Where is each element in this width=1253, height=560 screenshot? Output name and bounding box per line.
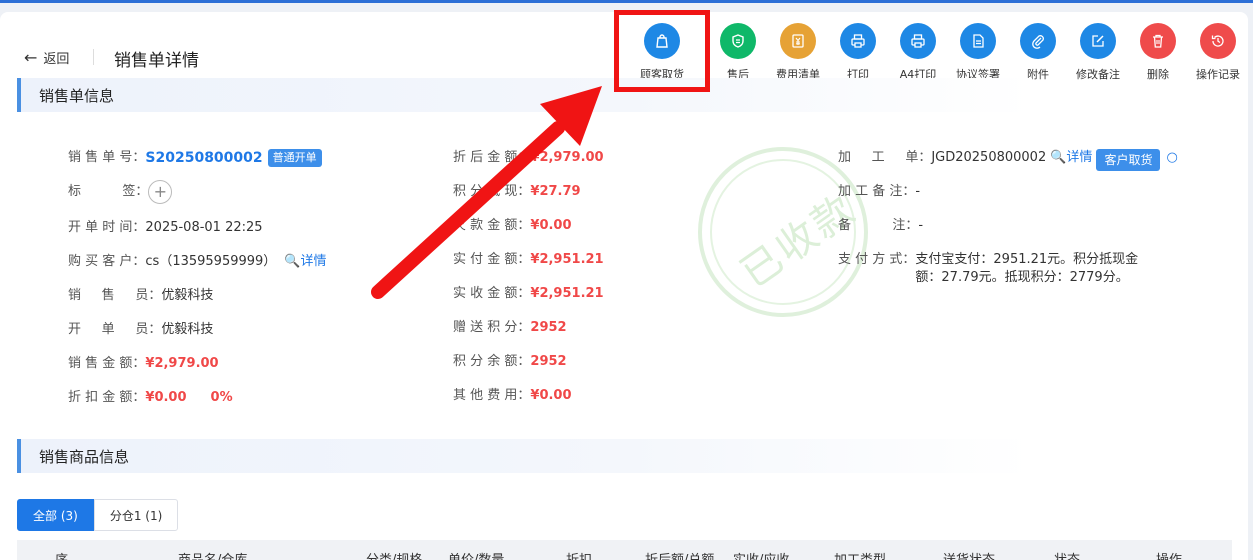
search-icon[interactable]: ○ bbox=[1166, 149, 1177, 171]
th-price: 单价/数量 bbox=[448, 549, 504, 560]
field-creator: 开 单 员： 优毅科技 bbox=[68, 322, 214, 337]
field-pay-method: 支 付 方 式： 支付宝支付：2951.21元。积分抵现金 额：27.79元。抵… bbox=[838, 252, 1139, 285]
edit-icon bbox=[1080, 23, 1116, 59]
printer-icon bbox=[840, 23, 876, 59]
field-points-cash: 积 分 抵 现： ¥27.79 bbox=[453, 184, 581, 199]
tool-label: 修改备注 bbox=[1076, 68, 1120, 81]
field-after-discount: 折 后 金 额： ¥2,979.00 bbox=[453, 150, 604, 165]
highlight-box bbox=[614, 10, 710, 92]
paperclip-icon bbox=[1020, 23, 1056, 59]
process-detail-link[interactable]: 🔍详情 bbox=[1050, 149, 1092, 171]
section-order-info: 销售单信息 bbox=[17, 78, 1032, 112]
tab-all[interactable]: 全部 (3) bbox=[17, 499, 94, 531]
th-status: 状态 bbox=[1054, 549, 1080, 560]
field-discount: 折 扣 金 额： ¥0.00 0% bbox=[68, 390, 233, 405]
back-label: 返回 bbox=[43, 52, 70, 67]
customer-detail-link[interactable]: 🔍详情 bbox=[284, 253, 326, 271]
th-received: 实收/应收 bbox=[733, 549, 789, 560]
field-points-balance: 积 分 余 额： 2952 bbox=[453, 354, 567, 369]
add-tag-button[interactable]: + bbox=[148, 180, 173, 204]
th-category: 分类/规格 bbox=[366, 549, 422, 560]
section-title: 销售单信息 bbox=[39, 87, 115, 105]
th-process-type: 加工类型 bbox=[834, 549, 886, 560]
field-note: 备 注： - bbox=[838, 218, 924, 233]
back-button[interactable]: ← 返回 bbox=[24, 48, 69, 67]
section-product-info: 销售商品信息 bbox=[17, 439, 1032, 473]
field-amount: 销 售 金 额： ¥2,979.00 bbox=[68, 356, 219, 371]
action-toolbar: 顾客取货 售后 费用清单 打印 A4打印 协议签署 附件 修改备注 删除 操作记… bbox=[616, 23, 1248, 82]
arrow-left-icon: ← bbox=[24, 48, 38, 67]
tab-warehouse-1[interactable]: 分仓1 (1) bbox=[93, 499, 179, 531]
th-total: 折后额/总额 bbox=[645, 549, 714, 560]
field-seller: 销 售 员： 优毅科技 bbox=[68, 288, 214, 303]
fee-list-button[interactable]: 费用清单 bbox=[768, 23, 828, 82]
customer-pickup-small-button[interactable]: 客户取货 bbox=[1096, 149, 1161, 171]
history-icon bbox=[1200, 23, 1236, 59]
shield-icon bbox=[720, 23, 756, 59]
th-product: 商品名/仓库 bbox=[178, 549, 247, 560]
document-icon bbox=[960, 23, 996, 59]
field-paid: 实 付 金 额： ¥2,951.21 bbox=[453, 252, 604, 267]
field-received: 实 收 金 额： ¥2,951.21 bbox=[453, 286, 604, 301]
product-table-header: 序 商品名/仓库 分类/规格 单价/数量 折扣 折后额/总额 实收/应收 加工类… bbox=[17, 540, 1232, 560]
field-customer: 购 买 客 户： cs（13595959999） 🔍详情 bbox=[68, 253, 327, 271]
yen-receipt-icon bbox=[780, 23, 816, 59]
section-title: 销售商品信息 bbox=[39, 448, 130, 466]
print-button[interactable]: 打印 bbox=[828, 23, 888, 82]
tool-label: 删除 bbox=[1147, 68, 1169, 81]
field-order-no: 销 售 单 号： S20250800002 普通开单 bbox=[68, 149, 322, 167]
order-no-value[interactable]: S20250800002 bbox=[145, 149, 262, 167]
edit-note-button[interactable]: 修改备注 bbox=[1068, 23, 1128, 82]
field-time: 开 单 时 间： 2025-08-01 22:25 bbox=[68, 220, 263, 235]
th-action: 操作 bbox=[1156, 549, 1182, 560]
field-tag: 标 签： + bbox=[68, 180, 173, 204]
page-title: 销售单详情 bbox=[114, 51, 199, 71]
field-gift-points: 赠 送 积 分： 2952 bbox=[453, 320, 567, 335]
field-other-fee: 其 他 费 用： ¥0.00 bbox=[453, 388, 572, 403]
field-process-order: 加 工 单： JGD20250800002 🔍详情 客户取货 ○ bbox=[838, 149, 1178, 171]
search-icon: 🔍 bbox=[284, 254, 301, 269]
agreement-sign-button[interactable]: 协议签署 bbox=[948, 23, 1008, 82]
header-divider bbox=[93, 49, 94, 65]
detail-card: ← 返回 销售单详情 顾客取货 售后 费用清单 打印 A4打印 协议签署 附件 … bbox=[0, 12, 1248, 560]
th-index: 序 bbox=[55, 549, 68, 560]
delete-button[interactable]: 删除 bbox=[1128, 23, 1188, 82]
warehouse-tabs: 全部 (3) 分仓1 (1) bbox=[17, 499, 179, 531]
a4-print-button[interactable]: A4打印 bbox=[888, 23, 948, 82]
th-delivery-status: 送货状态 bbox=[943, 549, 995, 560]
tool-label: 操作记录 bbox=[1196, 68, 1240, 81]
trash-icon bbox=[1140, 23, 1176, 59]
search-icon: 🔍 bbox=[1050, 150, 1067, 165]
top-accent-bar bbox=[0, 0, 1253, 3]
field-process-note: 加 工 备 注： - bbox=[838, 184, 921, 199]
operation-log-button[interactable]: 操作记录 bbox=[1188, 23, 1248, 82]
after-sale-button[interactable]: 售后 bbox=[708, 23, 768, 82]
printer-icon bbox=[900, 23, 936, 59]
attachment-button[interactable]: 附件 bbox=[1008, 23, 1068, 82]
th-discount: 折扣 bbox=[566, 549, 592, 560]
order-type-tag: 普通开单 bbox=[267, 149, 322, 167]
field-arrears: 欠 款 金 额： ¥0.00 bbox=[453, 218, 572, 233]
